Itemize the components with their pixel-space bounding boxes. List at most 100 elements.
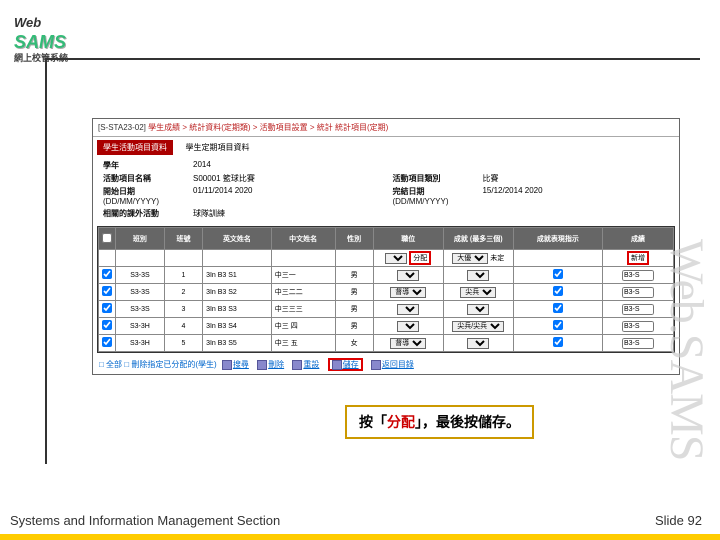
- label-year: 學年: [99, 159, 189, 172]
- row-position-select[interactable]: [397, 321, 419, 332]
- cell-sex: 男: [335, 284, 373, 301]
- row-grade-input[interactable]: [622, 287, 654, 298]
- row-checkbox[interactable]: [102, 303, 112, 313]
- hdr-zhname: 中文姓名: [271, 228, 335, 250]
- cell-zh: 中三一: [271, 267, 335, 284]
- delete-icon: [257, 360, 267, 370]
- row-ach-select[interactable]: 尖兵: [460, 287, 496, 298]
- cell-sex: 女: [335, 335, 373, 352]
- select-all-checkbox[interactable]: [102, 233, 112, 243]
- assign-button[interactable]: 分配: [409, 251, 431, 265]
- reset-link[interactable]: 重設: [292, 360, 319, 369]
- cell-sex: 男: [335, 267, 373, 284]
- row-grade-input[interactable]: [622, 304, 654, 315]
- reset-button[interactable]: 未定: [490, 255, 504, 262]
- row-ind-checkbox[interactable]: [553, 303, 563, 313]
- cell-zh: 中三三三: [271, 301, 335, 318]
- divider-h: [45, 58, 700, 60]
- label-type: 活動項目類別: [388, 172, 478, 185]
- row-ach-select[interactable]: 尖兵/尖兵: [452, 321, 504, 332]
- row-position-select[interactable]: 督導: [390, 287, 426, 298]
- tab-activity[interactable]: 學生活動項目資料: [97, 140, 173, 155]
- cell-class: S3-3S: [116, 301, 165, 318]
- value-start: 01/11/2014: [193, 186, 232, 195]
- label-end: 完結日期: [392, 187, 424, 196]
- value-start2: 2020: [235, 186, 253, 195]
- row-checkbox[interactable]: [102, 337, 112, 347]
- footer-accent-bar: [0, 534, 720, 540]
- action-bar: □ 全部 □ 刪除指定已分配的(學生) 搜尋 刪除 重設 儲存 返回目錄: [93, 355, 679, 374]
- value-name-code: S00001: [193, 174, 221, 183]
- row-ach-select[interactable]: [467, 304, 489, 315]
- table-row: S3-3H43In B3 S4中三 四男尖兵/尖兵: [99, 318, 674, 335]
- back-link[interactable]: 返回目錄: [371, 360, 414, 369]
- breadcrumb: [S-STA23-02] 學生成績 > 統計資料(定期類) > 活動項目設置 >…: [93, 119, 679, 137]
- cell-en: 3In B3 S1: [203, 267, 272, 284]
- watermark-text: Web.SAMS: [659, 239, 714, 461]
- value-year: 2014: [189, 159, 388, 172]
- divider-v: [45, 58, 47, 464]
- cell-sex: 男: [335, 301, 373, 318]
- value-related: 球隊訓練: [189, 207, 388, 220]
- instruction-callout: 按「分配」，最後按儲存。: [345, 405, 534, 439]
- cell-zh: 中三 四: [271, 318, 335, 335]
- delete-link[interactable]: 刪除: [257, 360, 284, 369]
- footer-left: Systems and Information Management Secti…: [10, 513, 280, 528]
- row-ind-checkbox[interactable]: [553, 320, 563, 330]
- app-logo: Web SAMS 網上校管系統: [14, 14, 68, 64]
- cell-en: 3In B3 S4: [203, 318, 272, 335]
- cell-no: 2: [164, 284, 202, 301]
- row-ind-checkbox[interactable]: [553, 286, 563, 296]
- row-checkbox[interactable]: [102, 320, 112, 330]
- table-row: S3-3S23In B3 S2中三二二男督導尖兵: [99, 284, 674, 301]
- row-checkbox[interactable]: [102, 286, 112, 296]
- value-end: 15/12/2014: [482, 186, 522, 195]
- save-link[interactable]: 儲存: [328, 358, 363, 371]
- row-checkbox[interactable]: [102, 269, 112, 279]
- hdr-class: 班別: [116, 228, 165, 250]
- cell-no: 5: [164, 335, 202, 352]
- cell-zh: 中三二二: [271, 284, 335, 301]
- cell-class: S3-3H: [116, 335, 165, 352]
- row-ind-checkbox[interactable]: [553, 337, 563, 347]
- search-icon: [222, 360, 232, 370]
- hdr-achievement: 成就 (最多三個): [443, 228, 513, 250]
- grid-filter-row: 分配 大優 未定 新增: [99, 250, 674, 267]
- row-grade-input[interactable]: [622, 338, 654, 349]
- callout-pre: 按「: [359, 414, 387, 430]
- row-position-select[interactable]: [397, 304, 419, 315]
- hdr-position: 職位: [373, 228, 443, 250]
- row-position-select[interactable]: 督導: [390, 338, 426, 349]
- hdr-indicator: 成就表現指示: [513, 228, 602, 250]
- row-grade-input[interactable]: [622, 270, 654, 281]
- search-link[interactable]: 搜尋: [222, 360, 249, 369]
- back-icon: [371, 360, 381, 370]
- reset-icon: [292, 360, 302, 370]
- cell-class: S3-3H: [116, 318, 165, 335]
- row-position-select[interactable]: [397, 270, 419, 281]
- logo-main: SAMS: [14, 32, 66, 52]
- filter-position-select[interactable]: [385, 253, 407, 264]
- cell-class: S3-3S: [116, 284, 165, 301]
- row-ind-checkbox[interactable]: [553, 269, 563, 279]
- cell-class: S3-3S: [116, 267, 165, 284]
- breadcrumb-path: 學生成績 > 統計資料(定期類) > 活動項目設置 > 統計 統計項目(定期): [148, 123, 388, 132]
- label-name: 活動項目名稱: [99, 172, 189, 185]
- tab-periodic[interactable]: 學生定期項目資料: [179, 140, 255, 155]
- cell-en: 3In B3 S5: [203, 335, 272, 352]
- hdr-sex: 性別: [335, 228, 373, 250]
- cell-no: 1: [164, 267, 202, 284]
- table-row: S3-3S13In B3 S1中三一男: [99, 267, 674, 284]
- cell-zh: 中三 五: [271, 335, 335, 352]
- add-button[interactable]: 新增: [627, 251, 649, 265]
- cell-sex: 男: [335, 318, 373, 335]
- row-ach-select[interactable]: [467, 270, 489, 281]
- row-grade-input[interactable]: [622, 321, 654, 332]
- value-type: 比賽: [478, 172, 673, 185]
- row-ach-select[interactable]: [467, 338, 489, 349]
- filter-achievement-select[interactable]: 大優: [452, 253, 488, 264]
- slide-number: 92: [688, 513, 702, 528]
- callout-keyword: 分配: [387, 414, 415, 430]
- grid-header-row: 班別 班號 英文姓名 中文姓名 性別 職位 成就 (最多三個) 成就表現指示 成…: [99, 228, 674, 250]
- detail-panel: 學年 2014 活動項目名稱 S00001 籃球比賽 活動項目類別 比賽 開始日…: [93, 155, 679, 224]
